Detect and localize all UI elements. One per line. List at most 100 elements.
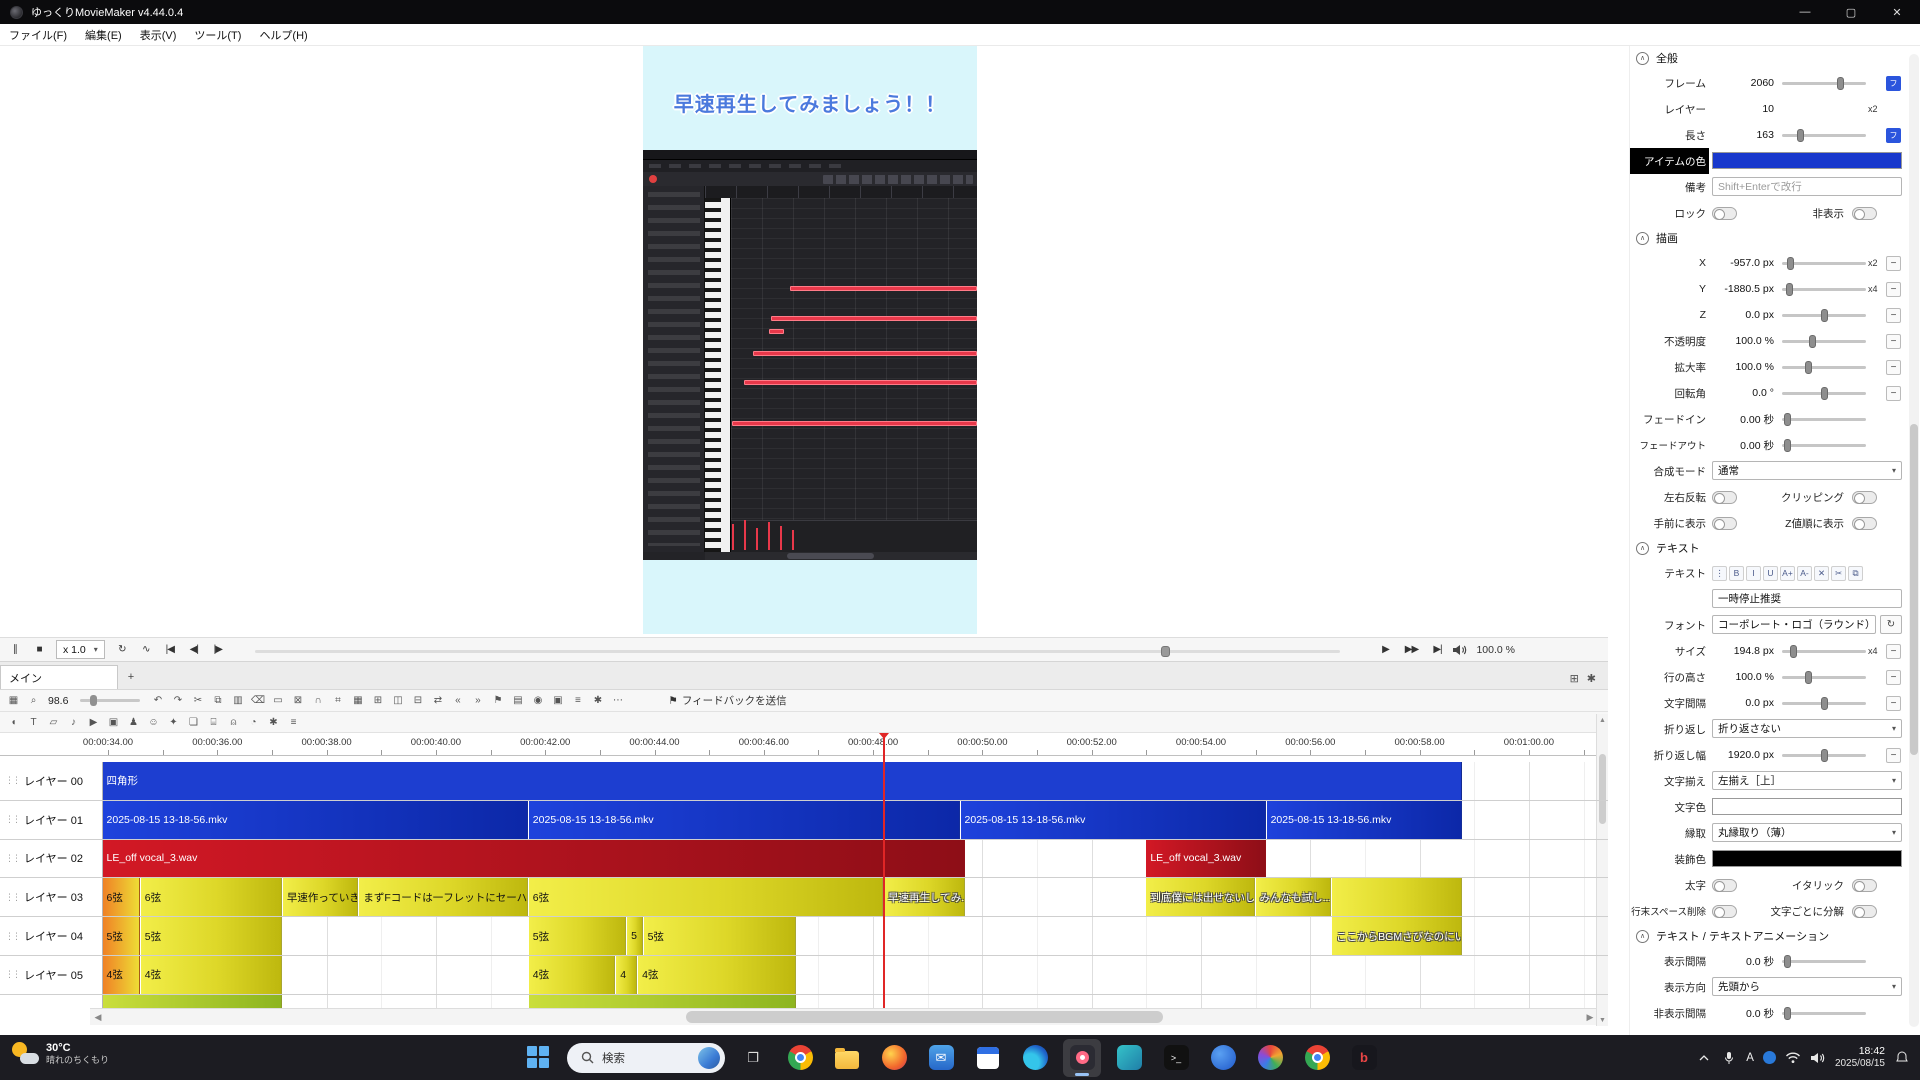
timeline-clip[interactable]: 到底僕には出せないし...: [1146, 878, 1254, 916]
taskbar-app-app-colorful[interactable]: [1251, 1039, 1289, 1077]
group-item-icon[interactable]: ❏: [184, 714, 202, 731]
menu-item-1[interactable]: 編集(E): [76, 24, 131, 45]
camera-icon[interactable]: ◉: [528, 692, 546, 709]
taskbar-app-app-teal[interactable]: [1110, 1039, 1148, 1077]
zoom-slider-thumb[interactable]: [90, 695, 97, 706]
timeline-clip[interactable]: 6弦: [103, 878, 140, 916]
flag-icon[interactable]: ⚑: [488, 692, 506, 709]
skip-to-end-button[interactable]: ▶|: [1426, 640, 1448, 660]
timeline-clip[interactable]: 5弦: [141, 917, 282, 955]
field-value[interactable]: 0.0 px: [1712, 690, 1774, 716]
time-ruler[interactable]: 00:00:34.0000:00:36.0000:00:38.0000:00:4…: [0, 733, 1608, 756]
add-tab-button[interactable]: +: [118, 665, 144, 689]
timeline-clip[interactable]: 6弦: [529, 878, 883, 916]
trash-icon[interactable]: ▭: [268, 692, 286, 709]
timeline-clip[interactable]: [103, 995, 282, 1008]
loop-button[interactable]: ↻: [111, 640, 133, 660]
audio-item-icon[interactable]: ♪: [64, 714, 82, 731]
skip-to-start-button[interactable]: |◀: [159, 640, 181, 660]
underline-icon[interactable]: U: [1763, 566, 1778, 581]
video-item-icon[interactable]: ▶: [84, 714, 102, 731]
volume-icon[interactable]: [1810, 1050, 1826, 1066]
drag-handle-icon[interactable]: ⋮⋮: [5, 775, 19, 786]
section-header[interactable]: ∧全般: [1630, 46, 1920, 70]
color-swatch[interactable]: [1712, 850, 1902, 867]
drag-handle-icon[interactable]: ⋮⋮: [5, 853, 19, 864]
layer-label[interactable]: ⋮⋮レイヤー 01: [0, 801, 103, 839]
voice-item-icon[interactable]: ◖: [4, 714, 22, 731]
field-value[interactable]: -957.0 px: [1712, 250, 1774, 276]
field-value[interactable]: 0.0 px: [1712, 302, 1774, 328]
timeline-clip[interactable]: 5: [627, 917, 642, 955]
pause-button[interactable]: ∥: [4, 640, 26, 660]
arrow-left-icon[interactable]: «: [448, 692, 466, 709]
seek-slider[interactable]: [255, 650, 1340, 653]
value-slider[interactable]: [1782, 702, 1866, 705]
field-value[interactable]: 100.0 %: [1712, 328, 1774, 354]
value-slider[interactable]: [1782, 1012, 1866, 1015]
scissors-icon[interactable]: ✂: [188, 692, 206, 709]
drag-handle-icon[interactable]: ⋮⋮: [5, 814, 19, 825]
more-icon[interactable]: ⋯: [608, 692, 626, 709]
slider-thumb[interactable]: [1805, 361, 1812, 374]
timeline-clip[interactable]: 5弦: [103, 917, 140, 955]
panel-scroll-thumb[interactable]: [1910, 424, 1918, 755]
value-slider[interactable]: [1782, 82, 1866, 85]
dropdown[interactable]: 通常▾: [1712, 461, 1902, 480]
value-slider[interactable]: [1782, 262, 1866, 265]
slider-thumb[interactable]: [1784, 439, 1791, 452]
menu-item-4[interactable]: ヘルプ(H): [250, 24, 316, 45]
toggle-switch[interactable]: [1852, 905, 1877, 918]
section-header[interactable]: ∧テキスト / テキストアニメーション: [1630, 924, 1920, 948]
collapse-chevron-icon[interactable]: ∧: [1636, 930, 1649, 943]
toggle-switch[interactable]: [1712, 905, 1737, 918]
bold-icon[interactable]: B: [1729, 566, 1744, 581]
list-icon[interactable]: ≡: [568, 692, 586, 709]
expression-button[interactable]: −: [1886, 696, 1901, 711]
timeline-clip[interactable]: [1332, 878, 1462, 916]
dropdown[interactable]: 先頭から▾: [1712, 977, 1902, 996]
person-item-icon[interactable]: ⍝: [224, 714, 242, 731]
image-item-icon[interactable]: ▣: [104, 714, 122, 731]
text-item-icon[interactable]: T: [24, 714, 42, 731]
dropdown[interactable]: 折り返さない▾: [1712, 719, 1902, 738]
collapse-chevron-icon[interactable]: ∧: [1636, 232, 1649, 245]
field-value[interactable]: 100.0 %: [1712, 354, 1774, 380]
clear-icon[interactable]: ✕: [1814, 566, 1829, 581]
panel-scrollbar[interactable]: [1909, 54, 1919, 1027]
field-value[interactable]: -1880.5 px: [1712, 276, 1774, 302]
value-slider[interactable]: [1782, 418, 1866, 421]
menu-item-0[interactable]: ファイル(F): [0, 24, 76, 45]
slider-thumb[interactable]: [1821, 749, 1828, 762]
film-icon[interactable]: ▤: [508, 692, 526, 709]
search-input[interactable]: 検索: [567, 1043, 725, 1073]
taskbar-app-terminal[interactable]: >_: [1157, 1039, 1195, 1077]
expression-button[interactable]: −: [1886, 256, 1901, 271]
drag-handle-icon[interactable]: ⋮⋮: [5, 892, 19, 903]
timer-item-icon[interactable]: ◔: [244, 714, 262, 731]
drag-handle-icon[interactable]: ⋮⋮: [5, 969, 19, 980]
backspace-icon[interactable]: ⌫: [248, 692, 266, 709]
notes-input[interactable]: Shift+Enterで改行: [1712, 177, 1902, 196]
field-value[interactable]: 0.0 秒: [1712, 1000, 1774, 1026]
face-item-icon[interactable]: ☺: [144, 714, 162, 731]
taskbar-app-file-explorer[interactable]: [828, 1039, 866, 1077]
value-slider[interactable]: [1782, 754, 1866, 757]
taskbar-app-app-blue[interactable]: [1204, 1039, 1242, 1077]
slider-thumb[interactable]: [1821, 697, 1828, 710]
tray-expand-icon[interactable]: [1696, 1050, 1712, 1066]
shape-item-icon[interactable]: ▱: [44, 714, 62, 731]
slider-thumb[interactable]: [1790, 645, 1797, 658]
timeline-clip[interactable]: 4弦: [529, 956, 615, 994]
value-slider[interactable]: [1782, 366, 1866, 369]
italic-icon[interactable]: I: [1746, 566, 1761, 581]
collapse-chevron-icon[interactable]: ∧: [1636, 542, 1649, 555]
join-icon[interactable]: ⊟: [408, 692, 426, 709]
size-down-icon[interactable]: A-: [1797, 566, 1812, 581]
video-preview[interactable]: 早速再生してみましょう！！: [643, 46, 977, 634]
taskbar-clock[interactable]: 18:422025/08/15: [1835, 1045, 1885, 1071]
onedrive-icon[interactable]: [1763, 1051, 1776, 1064]
undo-icon[interactable]: ↶: [148, 692, 166, 709]
toggle-switch[interactable]: [1852, 879, 1877, 892]
frame-forward-button[interactable]: |▶: [207, 640, 229, 660]
